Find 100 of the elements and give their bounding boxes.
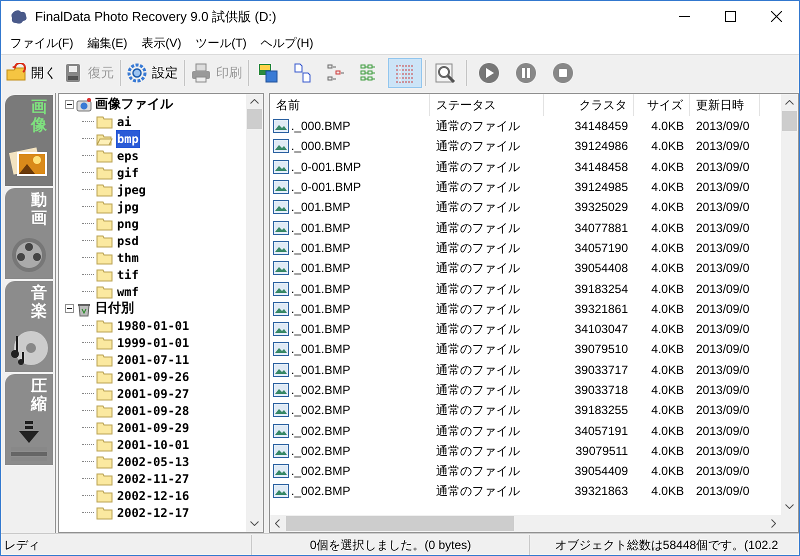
table-cell-text: 34103047 <box>574 321 629 338</box>
tree-item[interactable]: 2002-12-16 <box>116 486 190 504</box>
gear-icon <box>127 62 149 82</box>
collapse-icon[interactable] <box>65 304 74 313</box>
file-name[interactable]: ._002.BMP <box>291 442 350 460</box>
tree-item[interactable]: 2002-05-13 <box>116 452 190 470</box>
table-cell-text: 34057190 <box>574 240 629 257</box>
horizontal-scrollbar[interactable] <box>270 515 798 532</box>
image-file-icon <box>273 341 289 358</box>
file-name[interactable]: ._002.BMP <box>291 422 350 440</box>
file-name[interactable]: ._001.BMP <box>291 320 350 338</box>
file-name[interactable]: ._001.BMP <box>291 259 350 278</box>
table-cell-text: 通常のファイル <box>435 260 521 278</box>
image-file-icon <box>273 483 289 500</box>
file-name[interactable]: ._002.BMP <box>291 482 350 500</box>
tree-item[interactable]: 2001-09-27 <box>116 384 190 402</box>
toolbar-button[interactable]: 開く <box>3 58 60 88</box>
file-name[interactable]: ._001.BMP <box>291 300 350 318</box>
file-name[interactable]: ._0-001.BMP <box>291 158 362 176</box>
scrollbar-thumb[interactable] <box>286 516 514 531</box>
tree-item[interactable]: bmp <box>116 130 140 148</box>
file-name[interactable]: ._002.BMP <box>291 401 350 420</box>
table-cell-text: 4.0KB <box>650 463 685 480</box>
tree-item[interactable]: thm <box>116 248 140 266</box>
file-name[interactable]: ._000.BMP <box>291 137 350 156</box>
tree-item[interactable]: gif <box>116 164 140 182</box>
file-name[interactable]: ._001.BMP <box>291 218 350 237</box>
table-cell-text: 通常のファイル <box>435 422 521 440</box>
menu-item[interactable]: 表示(V) <box>134 33 188 53</box>
file-name[interactable]: ._001.BMP <box>291 340 350 358</box>
tree-item[interactable]: 日付別 <box>94 298 135 318</box>
scrollbar-thumb[interactable] <box>247 109 262 129</box>
tree-item[interactable]: wmf <box>116 282 140 300</box>
tree-item[interactable]: jpeg <box>116 180 147 198</box>
maximize-icon <box>724 11 736 22</box>
tree-item[interactable]: 2001-09-29 <box>116 418 190 436</box>
scrollbar-thumb[interactable] <box>782 111 797 131</box>
table-cell-text: 4.0KB <box>650 382 685 399</box>
tree-item[interactable]: 2001-09-28 <box>116 402 190 420</box>
tree-item[interactable]: 2001-10-01 <box>116 436 190 454</box>
table-cell-text: 2013/09/0 <box>695 138 750 156</box>
image-file-icon <box>273 158 289 175</box>
table-cell-text: 2013/09/0 <box>695 422 750 440</box>
menu-item[interactable]: ファイル(F) <box>3 33 80 53</box>
tree-item[interactable]: eps <box>116 146 140 164</box>
table-cell-text: 4.0KB <box>650 240 685 257</box>
tree-item[interactable]: tif <box>116 266 140 284</box>
file-name[interactable]: ._002.BMP <box>291 381 350 399</box>
tree-item[interactable]: 1980-01-01 <box>116 316 190 334</box>
table-cell-text: 通常のファイル <box>435 118 521 136</box>
toolbar-button[interactable] <box>388 58 422 88</box>
vertical-scrollbar[interactable] <box>246 94 263 532</box>
file-name[interactable]: ._002.BMP <box>291 462 350 480</box>
file-name[interactable]: ._001.BMP <box>291 360 350 379</box>
column-header[interactable]: 名前 <box>270 94 430 116</box>
tree-item[interactable]: 2002-12-17 <box>116 504 190 522</box>
table-cell-text: 通常のファイル <box>435 321 521 338</box>
menu-item[interactable]: ツール(T) <box>188 33 254 53</box>
column-header[interactable]: クラスタ <box>544 94 634 116</box>
stop-icon <box>552 62 574 84</box>
tree-item[interactable]: png <box>116 214 140 232</box>
image-file-icon <box>273 118 289 134</box>
table-cell-text: 39325029 <box>574 199 629 216</box>
tree-item[interactable]: ai <box>116 112 132 130</box>
table-cell-text: 4.0KB <box>650 158 685 176</box>
tree-item[interactable]: 2001-09-26 <box>116 368 190 386</box>
folder-icon <box>96 233 114 248</box>
tree-item[interactable]: 画像ファイル <box>94 94 174 114</box>
tree-item[interactable]: 2002-11-27 <box>116 470 190 488</box>
column-header[interactable]: サイズ <box>634 94 690 116</box>
file-name[interactable]: ._001.BMP <box>291 238 350 257</box>
folder-icon <box>96 318 114 333</box>
toolbar-button[interactable]: 設定 <box>124 58 181 88</box>
tree-item[interactable]: psd <box>116 232 140 250</box>
window-title: FinalData Photo Recovery 9.0 試供版 (D:) <box>35 8 276 26</box>
menu-item[interactable]: ヘルプ(H) <box>254 33 320 53</box>
folder-icon <box>96 437 114 452</box>
file-name[interactable]: ._0-001.BMP <box>291 178 362 196</box>
column-header[interactable]: 更新日時 <box>690 94 760 116</box>
table-cell-text: 39033718 <box>574 382 629 399</box>
table-cell-text: 通常のファイル <box>435 402 521 420</box>
magnifier-icon <box>435 62 457 82</box>
image-file-icon <box>273 321 289 338</box>
table-cell-text: 通常のファイル <box>435 179 521 196</box>
folder-icon <box>96 148 114 163</box>
vertical-scrollbar[interactable] <box>781 94 798 515</box>
tree-item[interactable]: 2001-07-11 <box>116 350 190 368</box>
image-file-icon <box>273 422 289 439</box>
file-name[interactable]: ._001.BMP <box>291 198 350 216</box>
folder-icon <box>96 420 114 435</box>
tree-item[interactable]: 1999-01-01 <box>116 334 190 352</box>
collapse-icon[interactable] <box>65 100 74 109</box>
column-header[interactable]: ステータス <box>430 94 544 116</box>
menu-item[interactable]: 編集(E) <box>80 33 134 53</box>
table-cell-text: 2013/09/0 <box>695 362 750 379</box>
file-name[interactable]: ._001.BMP <box>291 280 350 298</box>
tree-item[interactable]: jpg <box>116 198 140 216</box>
table-cell-text: 4.0KB <box>650 138 685 156</box>
file-name[interactable]: ._000.BMP <box>291 117 350 136</box>
table-cell-text: 通常のファイル <box>435 240 521 257</box>
